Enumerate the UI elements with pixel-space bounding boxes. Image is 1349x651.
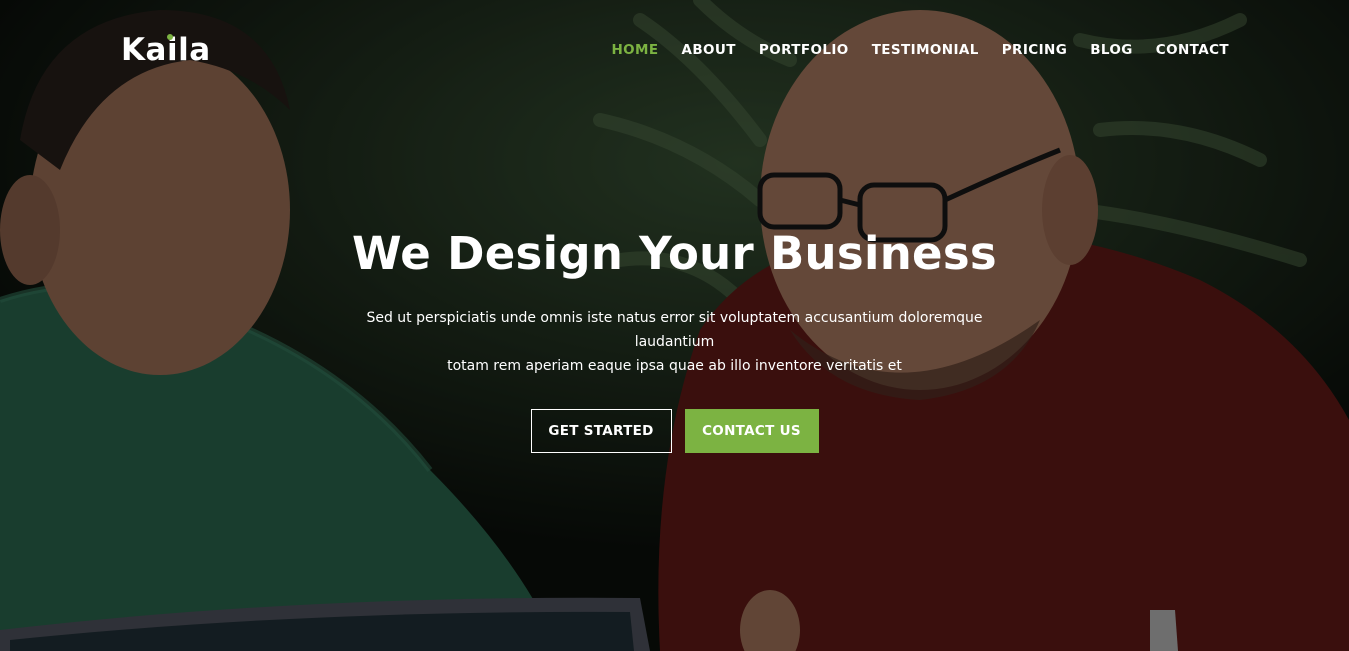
logo-dot-icon [167, 34, 173, 40]
nav-item-pricing[interactable]: PRICING [1002, 40, 1067, 60]
main-nav-menu: HOME ABOUT PORTFOLIO TESTIMONIAL PRICING… [588, 40, 1229, 60]
hero-description: Sed ut perspiciatis unde omnis iste natu… [325, 306, 1025, 378]
hero-description-line-2: totam rem aperiam eaque ipsa quae ab ill… [447, 358, 902, 374]
contact-us-button[interactable]: CONTACT US [684, 409, 819, 453]
hero-section: Kaila HOME ABOUT PORTFOLIO TESTIMONIAL P… [0, 0, 1349, 651]
top-navbar: Kaila HOME ABOUT PORTFOLIO TESTIMONIAL P… [0, 0, 1349, 100]
hero-content: We Design Your Business Sed ut perspicia… [0, 222, 1349, 453]
brand-name: Kaila [121, 32, 211, 68]
nav-item-testimonial[interactable]: TESTIMONIAL [872, 40, 979, 60]
nav-item-about[interactable]: ABOUT [682, 40, 736, 60]
hero-buttons: GET STARTED CONTACT US [0, 409, 1349, 453]
brand-logo[interactable]: Kaila [121, 30, 211, 70]
hero-title: We Design Your Business [351, 227, 998, 280]
get-started-button[interactable]: GET STARTED [530, 409, 672, 453]
nav-item-portfolio[interactable]: PORTFOLIO [759, 40, 849, 60]
nav-item-contact[interactable]: CONTACT [1156, 40, 1229, 60]
hero-description-line-1: Sed ut perspiciatis unde omnis iste natu… [366, 310, 983, 350]
nav-item-home[interactable]: HOME [611, 40, 658, 60]
nav-item-blog[interactable]: BLOG [1090, 40, 1133, 60]
